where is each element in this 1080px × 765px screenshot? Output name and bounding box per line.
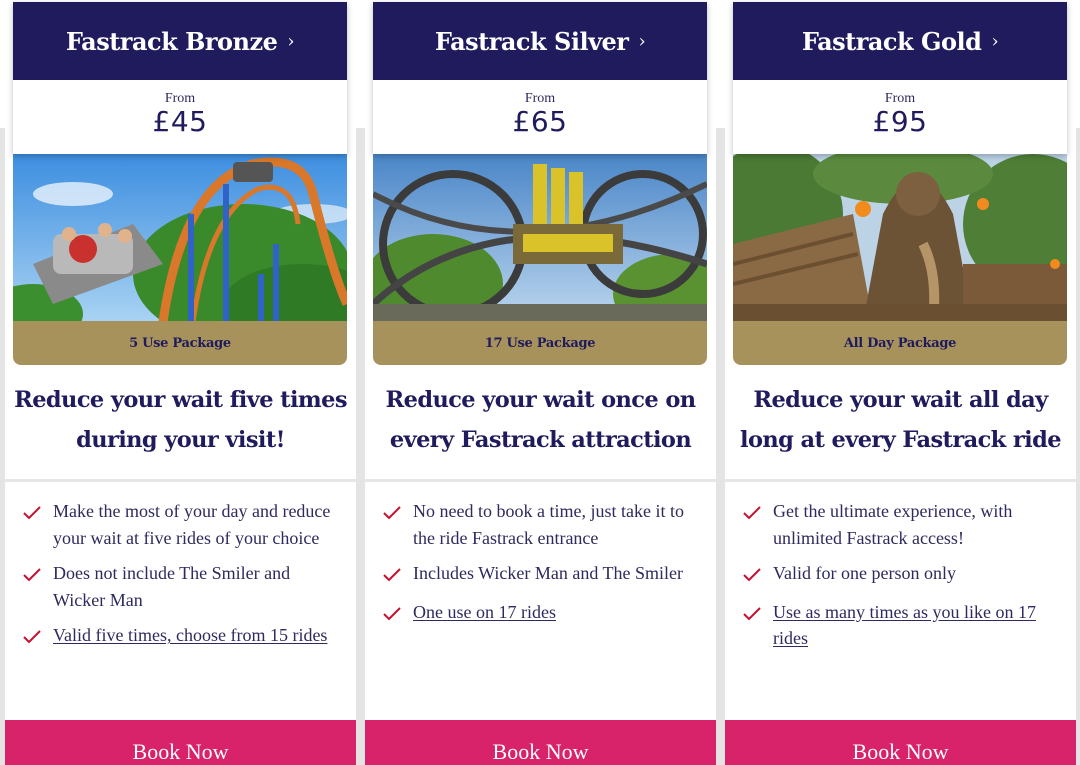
feature-text: Valid for one person only [773,563,956,583]
feature-list: Make the most of your day and reduce you… [23,498,343,661]
checkmark-icon [383,599,413,629]
feature-item: Make the most of your day and reduce you… [23,498,343,551]
feature-link[interactable]: One use on 17 rides [413,599,703,626]
feature-item: Valid five times, choose from 15 rides [23,622,343,652]
feature-item: Does not include The Smiler and Wicker M… [23,560,343,613]
chevron-right-icon: › [638,30,646,52]
feature-text: Does not include The Smiler and Wicker M… [53,563,291,610]
tier-title: Fastrack Bronze [65,26,278,56]
price-header: Fastrack Gold › From £95 [733,2,1067,154]
checkmark-icon [383,498,413,528]
feature-item: One use on 17 rides [383,599,703,629]
checkmark-icon [23,498,53,528]
divider [365,479,716,482]
feature-item: No need to book a time, just take it to … [383,498,703,551]
feature-item: Includes Wicker Man and The Smiler [383,560,703,590]
checkmark-icon [743,498,773,528]
price-header: Fastrack Silver › From £65 [373,2,707,154]
card-headline: Reduce your wait all day long at every F… [740,387,1062,453]
feature-list: No need to book a time, just take it to … [383,498,703,637]
feature-link[interactable]: Use as many times as you like on 17 ride… [773,599,1063,652]
feature-list: Get the ultimate experience, with unlimi… [743,498,1063,661]
feature-text: No need to book a time, just take it to … [413,501,684,548]
feature-link[interactable]: Valid five times, choose from 15 rides [53,622,343,649]
tier-title: Fastrack Silver [434,26,629,56]
wicker-man-ride-photo [733,154,1067,322]
checkmark-icon [743,599,773,629]
card-bronze: Fastrack Bronze › From £45 5 Use Package… [5,0,356,765]
checkmark-icon [23,622,53,652]
from-label: From [884,91,916,106]
package-label: 17 Use Package [373,321,707,365]
feature-text: Includes Wicker Man and The Smiler [413,563,684,583]
book-now-button[interactable]: Book Now [365,720,716,765]
tier-title-link[interactable]: Fastrack Bronze › [13,2,347,80]
book-now-button[interactable]: Book Now [725,720,1076,765]
book-now-button[interactable]: Book Now [5,720,356,765]
feature-text: Get the ultimate experience, with unlimi… [773,501,1013,548]
rollercoaster-ride-photo [13,154,347,322]
checkmark-icon [23,560,53,590]
chevron-right-icon: › [287,30,295,52]
price-value: £45 [152,105,208,138]
package-label: All Day Package [733,321,1067,365]
price-value: £95 [872,105,928,138]
checkmark-icon [383,560,413,590]
from-label: From [164,91,196,106]
price-box: From £65 [373,80,707,154]
feature-item: Use as many times as you like on 17 ride… [743,599,1063,652]
price-header: Fastrack Bronze › From £45 [13,2,347,154]
tier-title-link[interactable]: Fastrack Silver › [373,2,707,80]
feature-item: Valid for one person only [743,560,1063,590]
from-label: From [524,91,556,106]
card-headline: Reduce your wait once on every Fastrack … [385,387,697,453]
feature-item: Get the ultimate experience, with unlimi… [743,498,1063,551]
tier-title: Fastrack Gold [801,26,982,56]
package-label: 5 Use Package [13,321,347,365]
chevron-right-icon: › [991,30,999,52]
divider [725,479,1076,482]
card-headline: Reduce your wait five times during your … [14,387,347,453]
smiler-rollercoaster-photo [373,154,707,322]
divider [5,479,356,482]
card-gold: Fastrack Gold › From £95 All Day Package [725,0,1076,765]
checkmark-icon [743,560,773,590]
price-box: From £95 [733,80,1067,154]
price-box: From £45 [13,80,347,154]
price-value: £65 [512,105,568,138]
feature-text: Make the most of your day and reduce you… [53,501,331,548]
card-silver: Fastrack Silver › From £65 17 Use Packag… [365,0,716,765]
tier-title-link[interactable]: Fastrack Gold › [733,2,1067,80]
